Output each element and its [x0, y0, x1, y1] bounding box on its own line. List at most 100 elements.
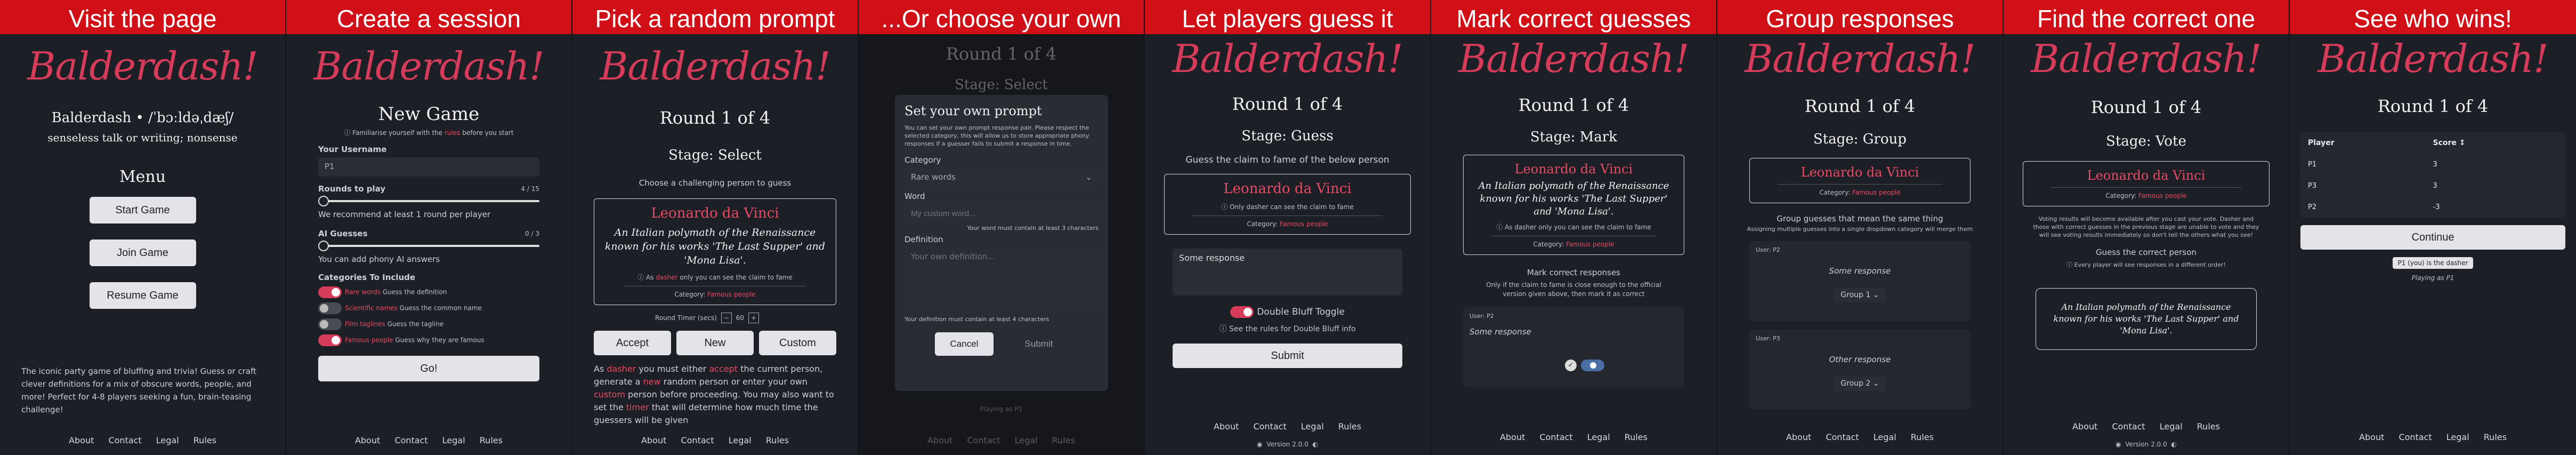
rules-link[interactable]: Rules	[2484, 432, 2507, 442]
new-button[interactable]: New	[676, 331, 754, 355]
contact-link[interactable]: Contact	[394, 435, 427, 445]
timer-increase-button[interactable]: +	[748, 313, 760, 323]
toggle-switch[interactable]	[318, 286, 342, 298]
score-column-header[interactable]: Score ↕	[2433, 139, 2558, 147]
category-item[interactable]: Scientific names Guess the common name	[318, 302, 539, 314]
about-link[interactable]: About	[69, 435, 94, 445]
contact-link[interactable]: Contact	[681, 435, 714, 445]
about-link[interactable]: About	[2072, 421, 2097, 432]
about-link[interactable]: About	[1214, 421, 1239, 432]
group-select[interactable]: Group 2 ⌄	[1834, 376, 1886, 391]
rules-link[interactable]: Rules	[766, 435, 789, 445]
legal-link[interactable]: Legal	[442, 435, 465, 445]
legal-link[interactable]: Legal	[1587, 432, 1610, 442]
contact-link[interactable]: Contact	[1539, 432, 1572, 442]
check-icon[interactable]: ✓	[1565, 360, 1577, 371]
panel-tally: See who wins! Balderdash! Round 1 of 4 P…	[2290, 0, 2576, 455]
logo: Balderdash!	[2031, 36, 2262, 81]
legal-link[interactable]: Legal	[2446, 432, 2469, 442]
prompt-name: Leonardo da Vinci	[2087, 168, 2206, 183]
contact-link[interactable]: Contact	[2112, 421, 2145, 432]
about-link[interactable]: About	[927, 435, 952, 445]
username-input[interactable]: P1	[318, 157, 539, 177]
answer-option[interactable]: An Italian polymath of the Renaissance k…	[2036, 288, 2257, 350]
legal-link[interactable]: Legal	[1874, 432, 1896, 442]
rules-link[interactable]: Rules	[1052, 435, 1075, 445]
contact-link[interactable]: Contact	[1253, 421, 1286, 432]
chevron-down-icon: ⌄	[1085, 172, 1092, 182]
timer-decrease-button[interactable]: −	[721, 313, 732, 323]
legal-link[interactable]: Legal	[156, 435, 179, 445]
panel-header: ...Or choose your own	[859, 0, 1144, 34]
slider-handle[interactable]	[318, 196, 329, 206]
legal-link[interactable]: Legal	[2160, 421, 2183, 432]
about-link[interactable]: About	[641, 435, 666, 445]
contact-link[interactable]: Contact	[2399, 432, 2432, 442]
panel-header: Pick a random prompt	[572, 0, 858, 34]
accept-button[interactable]: Accept	[594, 331, 671, 355]
username-label: Your Username	[318, 145, 387, 154]
start-game-button[interactable]: Start Game	[89, 197, 196, 223]
group-select[interactable]: Group 1 ⌄	[1834, 288, 1886, 302]
custom-button[interactable]: Custom	[759, 331, 836, 355]
response-user: User: P2	[1756, 246, 1780, 253]
join-game-button[interactable]: Join Game	[89, 240, 196, 266]
footer: About Contact Legal Rules	[2290, 432, 2576, 442]
double-bluff-toggle[interactable]: Double Bluff Toggle	[1145, 306, 1430, 318]
toggle-switch[interactable]	[318, 318, 342, 330]
legal-link[interactable]: Legal	[1301, 421, 1324, 432]
category-label: Category	[905, 155, 941, 165]
theme-icon[interactable]: ◐	[2171, 441, 2176, 448]
playing-as: Playing as P1	[2411, 274, 2454, 282]
ai-value: 0 / 3	[525, 230, 539, 237]
rules-link[interactable]: Rules	[2197, 421, 2220, 432]
correct-toggle[interactable]	[1581, 360, 1604, 371]
logo: Balderdash!	[2317, 36, 2548, 81]
about-link[interactable]: About	[1786, 432, 1811, 442]
toggle-switch[interactable]	[318, 302, 342, 314]
submit-button[interactable]: Submit	[1010, 332, 1068, 356]
about-link[interactable]: About	[2359, 432, 2384, 442]
category-item[interactable]: Famous people Guess why they are famous	[318, 334, 539, 346]
about-link[interactable]: About	[1500, 432, 1525, 442]
legal-link[interactable]: Legal	[1015, 435, 1038, 445]
rules-link[interactable]: Rules	[1625, 432, 1648, 442]
contact-link[interactable]: Contact	[1826, 432, 1859, 442]
continue-button[interactable]: Continue	[2300, 225, 2565, 250]
page-title: New Game	[378, 103, 480, 125]
word-input[interactable]	[905, 204, 1099, 222]
theme-icon[interactable]: ◐	[1312, 441, 1318, 448]
response-textarea[interactable]: Some response	[1173, 249, 1402, 296]
slider-handle[interactable]	[318, 241, 329, 251]
category-item[interactable]: Film taglines Guess the tagline	[318, 318, 539, 330]
ai-slider[interactable]	[318, 241, 539, 251]
rounds-slider[interactable]	[318, 196, 539, 206]
contact-link[interactable]: Contact	[967, 435, 1000, 445]
toggle-knob	[1588, 361, 1598, 370]
toggle-switch[interactable]	[318, 334, 342, 346]
response-card: User: P2 Some response ✓	[1463, 307, 1684, 387]
about-link[interactable]: About	[355, 435, 380, 445]
panel-header: Find the correct one	[2004, 0, 2289, 34]
rounds-hint: We recommend at least 1 round per player	[318, 210, 491, 219]
github-icon[interactable]: ◉	[2115, 441, 2121, 448]
toggle-switch[interactable]	[1230, 306, 1254, 318]
rules-link[interactable]: Rules	[480, 435, 503, 445]
cancel-button[interactable]: Cancel	[935, 332, 994, 356]
contact-link[interactable]: Contact	[108, 435, 141, 445]
category-item[interactable]: Rare words Guess the definition	[318, 286, 539, 298]
rules-link[interactable]: rules	[445, 129, 461, 137]
github-icon[interactable]: ◉	[1257, 441, 1262, 448]
go-button[interactable]: Go!	[318, 356, 539, 381]
rules-link[interactable]: Rules	[1911, 432, 1934, 442]
rules-link[interactable]: Rules	[1338, 421, 1361, 432]
timer-value[interactable]: 60	[736, 314, 744, 322]
resume-game-button[interactable]: Resume Game	[89, 282, 196, 309]
rules-link[interactable]: Rules	[193, 435, 216, 445]
legal-link[interactable]: Legal	[729, 435, 752, 445]
round-indicator: Round 1 of 4	[2090, 97, 2202, 117]
category-select[interactable]: Rare words ⌄	[905, 168, 1099, 186]
submit-button[interactable]: Submit	[1173, 344, 1402, 368]
definition-textarea[interactable]	[905, 248, 1099, 309]
response-user: User: P2	[1469, 313, 1494, 320]
